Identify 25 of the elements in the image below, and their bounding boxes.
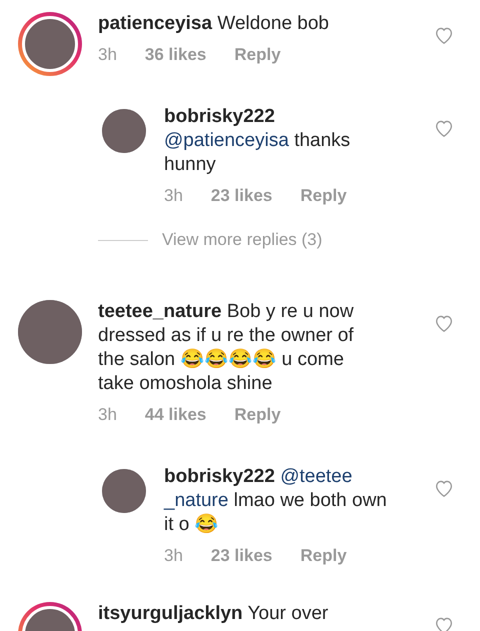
avatar[interactable]	[102, 469, 146, 513]
comment-text: itsyurguljacklyn Your over	[98, 602, 330, 626]
like-count: 23 likes	[210, 546, 272, 566]
comment-text: patienceyisa Weldone bob	[98, 12, 330, 36]
like-count: 36 likes	[144, 45, 206, 65]
heart-icon[interactable]	[434, 616, 454, 631]
view-more-replies[interactable]: View more replies (3)	[162, 230, 322, 250]
comment-time: 3h	[98, 405, 117, 425]
reply-button[interactable]: Reply	[234, 45, 281, 65]
avatar[interactable]	[102, 109, 146, 153]
like-count: 44 likes	[144, 405, 206, 425]
heart-icon[interactable]	[434, 26, 454, 44]
comment-text: teetee_nature Bob y re u now dressed as if u re the owner of the salon 😂😂😂😂 u come take omoshola shine	[98, 300, 355, 396]
heart-icon[interactable]	[434, 119, 454, 137]
comment-time: 3h	[164, 186, 183, 206]
heart-icon[interactable]	[434, 479, 454, 497]
heart-icon[interactable]	[434, 314, 454, 332]
comment-time: 3h	[98, 45, 117, 65]
reply-button[interactable]: Reply	[300, 546, 347, 566]
comment-text: bobrisky222 @teetee _nature lmao we both own it o 😂	[164, 465, 388, 537]
like-count: 23 likes	[210, 186, 272, 206]
reply-button[interactable]: Reply	[300, 186, 347, 206]
comment-text: bobrisky222 @patienceyisa thanks hunny	[164, 105, 352, 177]
comment-time: 3h	[164, 546, 183, 566]
reply-button[interactable]: Reply	[234, 405, 281, 425]
